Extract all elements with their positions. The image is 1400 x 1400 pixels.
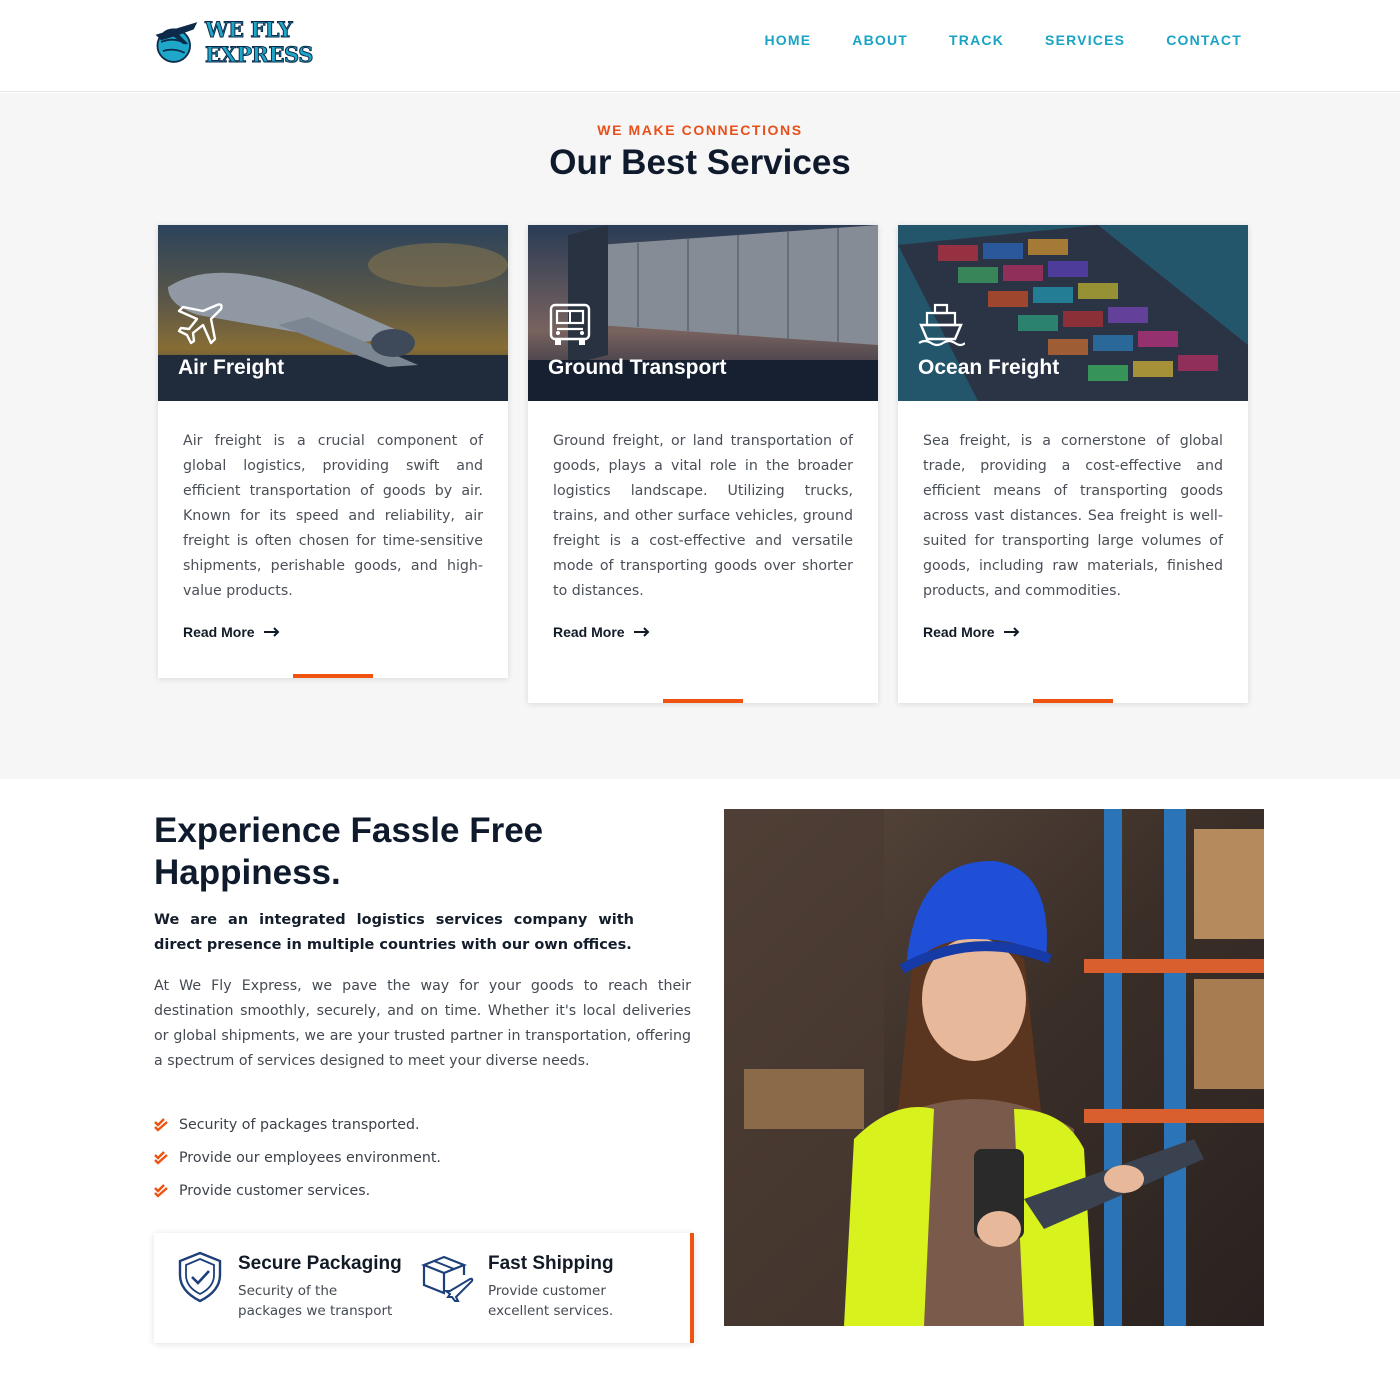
about-lead: We are an integrated logistics services … <box>154 912 634 953</box>
warehouse-worker-photo <box>724 809 1264 1326</box>
about-title: Experience Fassle Free Happiness. <box>154 811 544 892</box>
air-freight-image: Air Freight <box>158 225 508 401</box>
double-check-icon <box>154 1117 168 1132</box>
service-card-air: Air Freight Air freight is a crucial com… <box>158 225 508 678</box>
card-text: Air freight is a crucial component of gl… <box>183 433 483 599</box>
feature-secure-packaging: Secure Packaging Security of the package… <box>176 1251 402 1321</box>
card-accent-bar <box>1033 699 1113 703</box>
airplane-icon <box>177 303 223 345</box>
services-section: WE MAKE CONNECTIONS Our Best Services Ai… <box>0 93 1400 779</box>
list-item-label: Provide our employees environment. <box>179 1149 441 1166</box>
nav-contact[interactable]: CONTACT <box>1166 32 1242 48</box>
read-more-label: Read More <box>553 624 625 640</box>
list-item: Provide our employees environment. <box>154 1141 441 1174</box>
list-item: Provide customer services. <box>154 1174 441 1207</box>
double-check-icon <box>154 1183 168 1198</box>
logo-text: WE FLY EXPRESS <box>204 17 313 68</box>
box-plane-icon <box>421 1255 474 1302</box>
read-more-label: Read More <box>183 624 255 640</box>
read-more-link[interactable]: Read More <box>553 624 650 640</box>
double-check-icon <box>154 1150 168 1165</box>
list-item-label: Provide customer services. <box>179 1182 371 1199</box>
feature-checklist: Security of packages transported. Provid… <box>154 1108 441 1207</box>
read-more-link[interactable]: Read More <box>183 624 280 640</box>
list-item: Security of packages transported. <box>154 1108 441 1141</box>
arrow-right-icon <box>1003 627 1019 637</box>
card-text: Ground freight, or land transportation o… <box>553 433 853 599</box>
service-card-ocean: Ocean Freight Sea freight, is a cornerst… <box>898 225 1248 703</box>
card-title: Air Freight <box>178 356 285 379</box>
truck-icon <box>549 303 591 345</box>
shield-check-icon <box>178 1251 222 1303</box>
logo[interactable]: WE FLY EXPRESS <box>152 14 388 70</box>
card-accent-bar <box>293 674 373 678</box>
card-title: Ocean Freight <box>918 356 1060 379</box>
card-accent-bar <box>663 699 743 703</box>
services-eyebrow: WE MAKE CONNECTIONS <box>597 122 803 138</box>
service-card-ground: Ground Transport Ground freight, or land… <box>528 225 878 703</box>
feature-title: Secure Packaging <box>238 1253 402 1274</box>
nav-services[interactable]: SERVICES <box>1045 32 1125 48</box>
list-item-label: Security of packages transported. <box>179 1116 420 1133</box>
main-nav: HOME ABOUT TRACK SERVICES CONTACT <box>764 32 1242 48</box>
feature-title: Fast Shipping <box>488 1253 614 1274</box>
about-text: At We Fly Express, we pave the way for y… <box>154 978 691 1069</box>
arrow-right-icon <box>263 627 279 637</box>
features-box: Secure Packaging Security of the package… <box>154 1233 694 1343</box>
globe-plane-icon <box>155 22 198 63</box>
nav-home[interactable]: HOME <box>764 32 811 48</box>
ground-transport-image: Ground Transport <box>528 225 878 401</box>
feature-text: Provide customer excellent services. <box>488 1283 614 1319</box>
services-title: Our Best Services <box>549 143 851 182</box>
site-header: WE FLY EXPRESS HOME ABOUT TRACK SERVICES… <box>0 0 1400 92</box>
arrow-right-icon <box>633 627 649 637</box>
ocean-freight-image: Ocean Freight <box>898 225 1248 401</box>
ship-icon <box>918 303 965 347</box>
card-title: Ground Transport <box>548 356 727 379</box>
feature-fast-shipping: Fast Shipping Provide customer excellent… <box>420 1251 648 1321</box>
nav-track[interactable]: TRACK <box>949 32 1004 48</box>
nav-about[interactable]: ABOUT <box>852 32 908 48</box>
feature-text: Security of the packages we transport <box>238 1283 393 1319</box>
read-more-link[interactable]: Read More <box>923 624 1020 640</box>
card-text: Sea freight, is a cornerstone of global … <box>923 433 1223 599</box>
read-more-label: Read More <box>923 624 995 640</box>
